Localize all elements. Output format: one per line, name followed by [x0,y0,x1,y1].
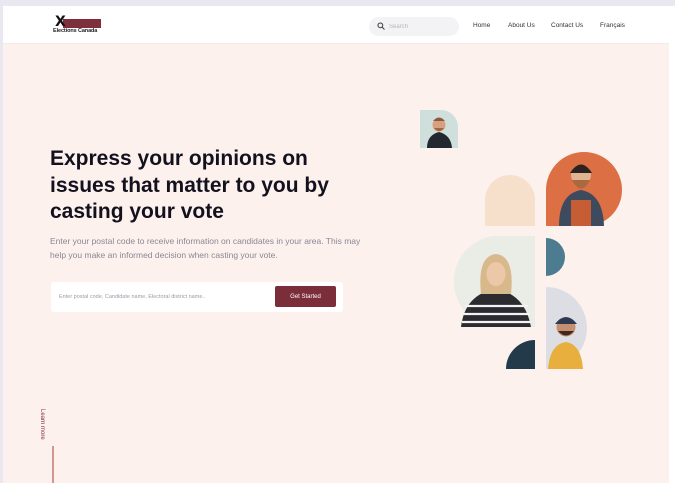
navy-quarter [506,340,535,369]
teal-semicircle [546,238,565,276]
search-input[interactable] [389,19,455,34]
logo-wordmark: Elections Canada [53,28,98,34]
postal-code-input[interactable] [59,290,259,304]
hero-subheadline: Enter your postal code to receive inform… [50,236,361,260]
nav-link-francais[interactable]: Français [600,22,625,29]
logo-bar [63,19,101,28]
portrait-woman-stripes [453,236,535,327]
portrait-man-cap [546,287,587,369]
top-navbar: X Elections Canada Home About Us Contact… [3,6,669,44]
learn-more-link[interactable]: Learn more [39,409,45,440]
portrait-orange-man [546,152,622,226]
portrait-collage [420,110,622,369]
nav-link-home[interactable]: Home [473,22,490,29]
get-started-button[interactable]: Get Started [275,286,336,307]
learn-more-divider [52,446,54,483]
nav-search[interactable] [369,17,459,36]
portrait-small-top [420,110,458,148]
search-icon [377,22,385,30]
hero-section: Express your opinions on issues that mat… [3,44,669,483]
nav-link-contact-us[interactable]: Contact Us [551,22,583,29]
hero-headline: Express your opinions on issues that mat… [50,147,329,223]
candidate-search-panel: Get Started [51,282,343,312]
elections-canada-logo[interactable]: X Elections Canada [53,14,105,39]
nav-link-about-us[interactable]: About Us [508,22,535,29]
peach-shape [485,175,535,226]
